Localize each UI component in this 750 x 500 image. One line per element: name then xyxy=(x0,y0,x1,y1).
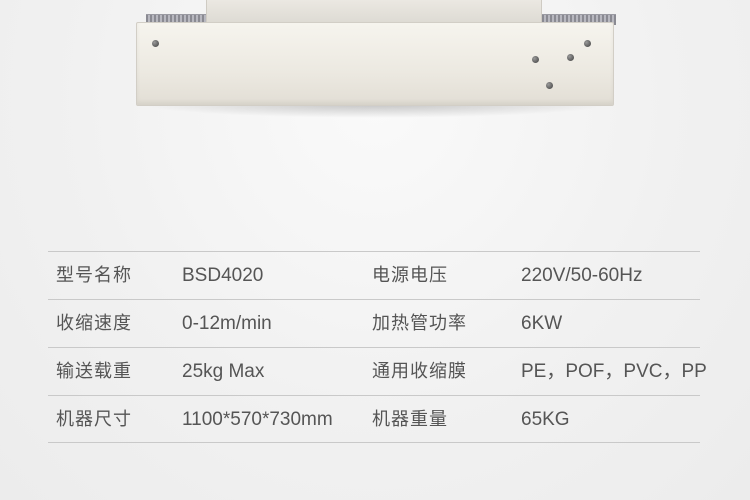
spec-label: 通用收缩膜 xyxy=(372,361,467,382)
spec-value: 0-12m/min xyxy=(182,313,272,334)
spec-label: 机器尺寸 xyxy=(56,409,132,430)
spec-row: 机器尺寸 1100*570*730mm 机器重量 65KG xyxy=(48,395,700,443)
machine-front-panel xyxy=(136,22,614,106)
spec-label: 电源电压 xyxy=(372,265,448,286)
spec-row: 型号名称 BSD4020 电源电压 220V/50-60Hz xyxy=(48,251,700,299)
screw-icon xyxy=(152,40,159,47)
spec-label: 加热管功率 xyxy=(372,313,467,334)
screw-icon xyxy=(546,82,553,89)
machine-shadow xyxy=(140,104,610,118)
spec-label: 收缩速度 xyxy=(56,313,132,334)
screw-icon xyxy=(567,54,574,61)
spec-row: 收缩速度 0-12m/min 加热管功率 6KW xyxy=(48,299,700,347)
machine-upper-housing xyxy=(206,0,542,22)
spec-value: 220V/50-60Hz xyxy=(521,265,643,286)
machine-image xyxy=(0,0,750,130)
screw-icon xyxy=(532,56,539,63)
spec-label: 机器重量 xyxy=(372,409,448,430)
screw-icon xyxy=(584,40,591,47)
spec-value: 6KW xyxy=(521,313,563,334)
spec-value: 65KG xyxy=(521,409,570,430)
spec-table: 型号名称 BSD4020 电源电压 220V/50-60Hz 收缩速度 0-12… xyxy=(48,251,707,443)
spec-value: 1100*570*730mm xyxy=(182,409,333,430)
spec-label: 输送载重 xyxy=(56,361,132,382)
spec-value: 25kg Max xyxy=(182,361,265,382)
spec-label: 型号名称 xyxy=(56,265,132,286)
spec-value: BSD4020 xyxy=(182,265,264,286)
spec-row: 输送载重 25kg Max 通用收缩膜 PE，POF，PVC，PP xyxy=(48,347,707,395)
spec-value: PE，POF，PVC，PP xyxy=(521,361,707,382)
